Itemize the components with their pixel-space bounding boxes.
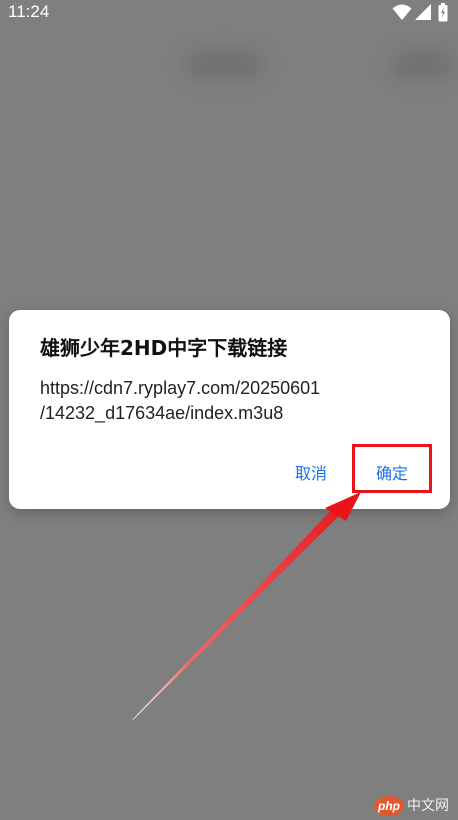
- signal-icon: [415, 4, 431, 20]
- wifi-icon: [392, 4, 412, 20]
- watermark: php 中文网: [374, 795, 454, 817]
- confirm-highlight-box: [352, 444, 432, 493]
- battery-icon: [438, 3, 448, 22]
- blurred-background-element: [392, 52, 454, 78]
- dialog-title: 雄狮少年2HD中字下载链接: [40, 336, 288, 360]
- cancel-button[interactable]: 取消: [291, 460, 331, 488]
- blurred-background-element: [185, 52, 263, 78]
- dialog-message-line: /14232_d17634ae/index.m3u8: [40, 403, 284, 423]
- status-bar: 11:24: [0, 0, 458, 26]
- watermark-text: 中文网: [407, 798, 449, 814]
- watermark-logo: php: [374, 796, 404, 816]
- dialog-message: https://cdn7.ryplay7.com/20250601 /14232…: [40, 376, 420, 426]
- arrow-shaft: [132, 505, 343, 721]
- status-time: 11:24: [8, 2, 50, 21]
- dialog-message-line: https://cdn7.ryplay7.com/20250601: [40, 378, 321, 398]
